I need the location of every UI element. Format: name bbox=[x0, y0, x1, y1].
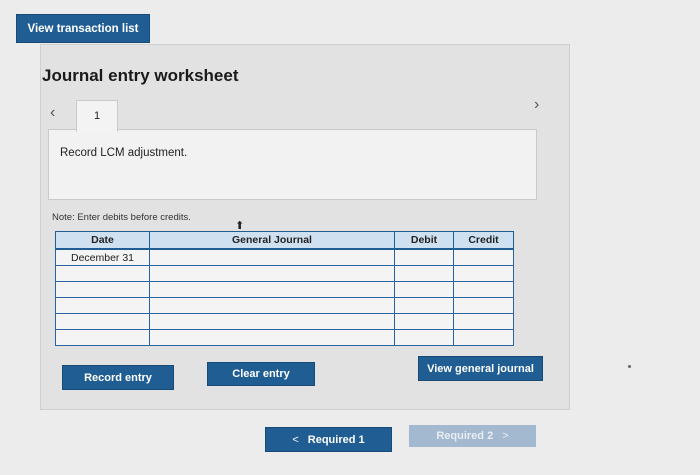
header-debit: Debit bbox=[394, 231, 454, 250]
header-general-journal: General Journal bbox=[149, 231, 395, 250]
credit-cell[interactable] bbox=[453, 281, 514, 298]
credit-cell[interactable] bbox=[453, 313, 514, 330]
record-entry-button[interactable]: Record entry bbox=[62, 365, 174, 390]
chevron-left-icon[interactable]: ‹ bbox=[50, 104, 55, 122]
stray-dot bbox=[628, 365, 631, 368]
debit-cell[interactable] bbox=[394, 281, 454, 298]
date-cell bbox=[55, 313, 150, 330]
journal-table: Date General Journal Debit Credit Decemb… bbox=[55, 231, 514, 346]
clear-entry-button[interactable]: Clear entry bbox=[207, 362, 315, 386]
view-general-journal-button[interactable]: View general journal bbox=[418, 356, 543, 381]
account-cell[interactable] bbox=[149, 329, 395, 346]
worksheet-title: Journal entry worksheet bbox=[42, 66, 239, 85]
account-cell[interactable] bbox=[149, 281, 395, 298]
chevron-right-icon[interactable]: › bbox=[534, 96, 539, 114]
table-row: December 31 bbox=[55, 248, 514, 266]
account-cell[interactable] bbox=[149, 248, 395, 266]
credit-cell[interactable] bbox=[453, 248, 514, 266]
debit-cell[interactable] bbox=[394, 265, 454, 282]
credit-cell[interactable] bbox=[453, 329, 514, 346]
chevron-right-icon: > bbox=[502, 430, 509, 442]
account-cell[interactable] bbox=[149, 265, 395, 282]
date-cell: December 31 bbox=[55, 248, 150, 266]
date-cell bbox=[55, 265, 150, 282]
table-row bbox=[55, 313, 514, 330]
date-cell bbox=[55, 297, 150, 314]
account-cell[interactable] bbox=[149, 313, 395, 330]
required-2-label: Required 2 bbox=[436, 430, 494, 442]
tab-entry-1[interactable]: 1 bbox=[76, 100, 118, 132]
table-row bbox=[55, 297, 514, 314]
view-transaction-list-button[interactable]: View transaction list bbox=[16, 14, 150, 43]
required-1-button[interactable]: < Required 1 bbox=[265, 427, 392, 452]
required-1-label: Required 1 bbox=[307, 433, 365, 446]
instruction-note: Note: Enter debits before credits. bbox=[52, 212, 191, 223]
credit-cell[interactable] bbox=[453, 265, 514, 282]
debit-cell[interactable] bbox=[394, 297, 454, 314]
entry-description: Record LCM adjustment. bbox=[60, 147, 188, 159]
table-row bbox=[55, 281, 514, 298]
table-row bbox=[55, 265, 514, 282]
table-row bbox=[55, 329, 514, 346]
header-credit: Credit bbox=[453, 231, 514, 250]
debit-cell[interactable] bbox=[394, 329, 454, 346]
debit-cell[interactable] bbox=[394, 313, 454, 330]
credit-cell[interactable] bbox=[453, 297, 514, 314]
date-cell bbox=[55, 329, 150, 346]
date-cell bbox=[55, 281, 150, 298]
debit-cell[interactable] bbox=[394, 248, 454, 266]
description-box bbox=[48, 129, 537, 200]
header-date: Date bbox=[55, 231, 150, 250]
account-cell[interactable] bbox=[149, 297, 395, 314]
chevron-left-icon: < bbox=[292, 433, 299, 446]
required-2-button[interactable]: Required 2 > bbox=[409, 425, 536, 447]
